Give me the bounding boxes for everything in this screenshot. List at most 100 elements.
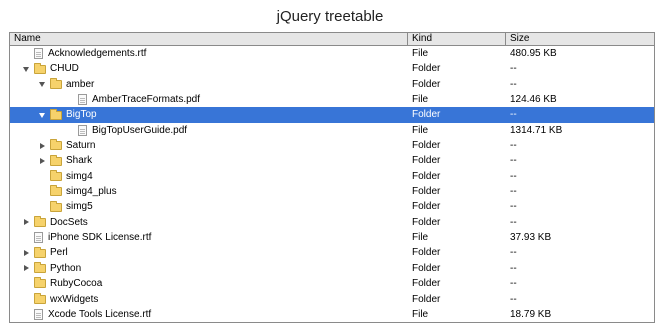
table-row[interactable]: Python Folder -- [10,261,654,276]
table-row[interactable]: simg4_plus Folder -- [10,184,654,199]
name-content: Acknowledgements.rtf [22,46,146,61]
item-name[interactable]: amber [66,77,94,92]
cell-kind: Folder [412,78,441,90]
item-name[interactable]: simg4 [66,169,93,184]
cell-name: Xcode Tools License.rtf [10,307,407,322]
item-name[interactable]: DocSets [50,215,88,230]
table-row[interactable]: Shark Folder -- [10,153,654,168]
expand-arrow-icon[interactable] [22,249,30,257]
cell-size: -- [510,140,517,152]
folder-icon [34,277,46,289]
cell-kind: File [412,124,429,136]
table-row[interactable]: simg4 Folder -- [10,169,654,184]
file-icon [78,124,87,136]
cell-name: wxWidgets [10,292,407,307]
item-name[interactable]: Acknowledgements.rtf [48,46,146,61]
cell-name: Perl [10,245,407,260]
file-icon [34,309,43,321]
cell-name: simg4_plus [10,184,407,199]
collapse-arrow-icon[interactable] [22,65,30,73]
table-row[interactable]: Xcode Tools License.rtf File 18.79 KB [10,307,654,322]
name-content: RubyCocoa [22,276,102,291]
expand-arrow-icon[interactable] [22,264,30,272]
table-row[interactable]: simg5 Folder -- [10,199,654,214]
cell-name: simg5 [10,199,407,214]
name-content: DocSets [22,215,88,230]
cell-size: -- [510,155,517,167]
item-name[interactable]: Shark [66,153,92,168]
cell-size: -- [510,216,517,228]
table-row[interactable]: Perl Folder -- [10,245,654,260]
name-content: simg4 [38,169,93,184]
item-name[interactable]: simg5 [66,199,93,214]
table-row[interactable]: iPhone SDK License.rtf File 37.93 KB [10,230,654,245]
expand-arrow-icon[interactable] [38,157,46,165]
folder-icon [34,62,46,74]
folder-icon [50,185,62,197]
collapse-arrow-icon[interactable] [38,111,46,119]
collapse-arrow-icon[interactable] [38,80,46,88]
table-row[interactable]: AmberTraceFormats.pdf File 124.46 KB [10,92,654,107]
file-icon [34,232,43,244]
folder-icon [50,200,62,212]
file-icon [34,48,43,60]
item-name[interactable]: AmberTraceFormats.pdf [92,92,200,107]
cell-size: -- [510,109,517,121]
table-header: Name Kind Size [10,33,654,46]
item-name[interactable]: wxWidgets [50,292,98,307]
item-name[interactable]: Xcode Tools License.rtf [48,307,151,322]
column-header-size[interactable]: Size [505,33,654,45]
cell-kind: Folder [412,293,441,305]
item-name[interactable]: BigTopUserGuide.pdf [92,123,187,138]
cell-kind: File [412,94,429,106]
cell-kind: Folder [412,109,441,121]
name-content: Saturn [38,138,95,153]
table-row[interactable]: RubyCocoa Folder -- [10,276,654,291]
cell-size: -- [510,186,517,198]
table-row[interactable]: wxWidgets Folder -- [10,292,654,307]
name-content: BigTopUserGuide.pdf [66,123,187,138]
folder-icon [50,139,62,151]
column-header-name[interactable]: Name [10,33,407,45]
cell-kind: File [412,232,429,244]
item-name[interactable]: simg4_plus [66,184,117,199]
cell-kind: Folder [412,186,441,198]
item-name[interactable]: BigTop [66,107,97,122]
name-content: simg5 [38,199,93,214]
cell-kind: File [412,308,429,320]
cell-kind: Folder [412,247,441,259]
folder-icon [34,246,46,258]
folder-icon [34,292,46,304]
cell-kind: Folder [412,278,441,290]
item-name[interactable]: CHUD [50,61,79,76]
expand-arrow-icon[interactable] [38,142,46,150]
cell-name: Acknowledgements.rtf [10,46,407,61]
item-name[interactable]: iPhone SDK License.rtf [48,230,151,245]
item-name[interactable]: Perl [50,245,68,260]
cell-kind: File [412,48,429,59]
item-name[interactable]: Python [50,261,81,276]
cell-name: RubyCocoa [10,276,407,291]
cell-name: Python [10,261,407,276]
item-name[interactable]: RubyCocoa [50,276,102,291]
folder-icon [34,215,46,227]
item-name[interactable]: Saturn [66,138,95,153]
table-row[interactable]: BigTopUserGuide.pdf File 1314.71 KB [10,123,654,138]
table-row[interactable]: BigTop Folder -- [10,107,654,123]
cell-size: -- [510,63,517,75]
expand-arrow-icon[interactable] [22,218,30,226]
cell-name: simg4 [10,169,407,184]
table-row[interactable]: CHUD Folder -- [10,61,654,76]
name-content: Shark [38,153,92,168]
table-row[interactable]: DocSets Folder -- [10,215,654,230]
name-content: amber [38,77,94,92]
cell-name: DocSets [10,215,407,230]
cell-size: 124.46 KB [510,94,557,106]
cell-name: Shark [10,153,407,168]
table-row[interactable]: amber Folder -- [10,77,654,92]
table-row[interactable]: Saturn Folder -- [10,138,654,153]
folder-icon [50,77,62,89]
table-row[interactable]: Acknowledgements.rtf File 480.95 KB [10,46,654,61]
column-header-kind[interactable]: Kind [407,33,505,45]
name-content: Perl [22,245,68,260]
